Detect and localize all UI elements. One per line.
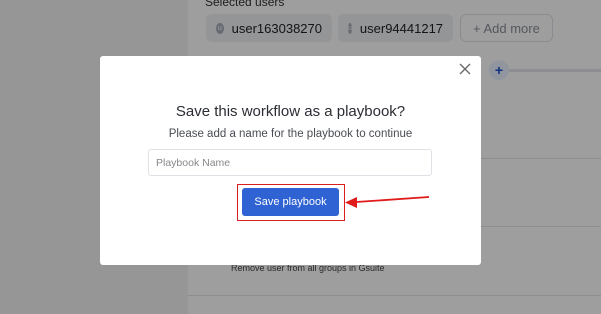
save-playbook-button[interactable]: Save playbook [242, 188, 339, 216]
save-playbook-modal: Save this workflow as a playbook? Please… [100, 56, 481, 265]
playbook-name-input[interactable] [148, 149, 432, 176]
modal-title: Save this workflow as a playbook? [175, 103, 406, 120]
close-icon[interactable] [458, 62, 472, 76]
modal-subtitle: Please add a name for the playbook to co… [168, 128, 413, 140]
